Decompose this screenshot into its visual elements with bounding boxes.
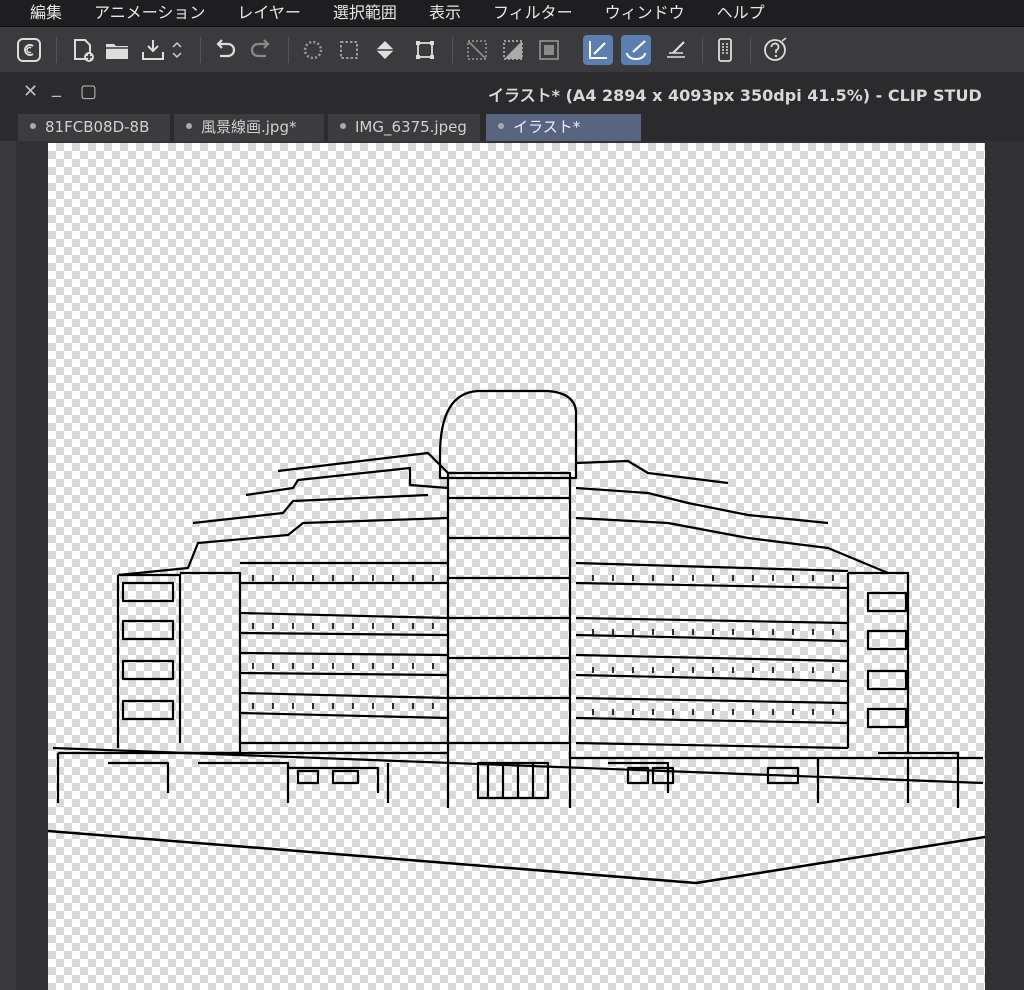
menu-bar: 編集 アニメーション レイヤー 選択範囲 表示 フィルター ウィンドウ ヘルプ <box>0 0 1024 26</box>
tab-label: IMG_6375.jpeg <box>355 118 467 136</box>
tab-label: 風景線画.jpg* <box>201 118 297 136</box>
tab-label: イラスト* <box>513 118 581 136</box>
invert-selection-icon[interactable] <box>534 35 564 65</box>
menu-selection[interactable]: 選択範囲 <box>317 0 413 26</box>
menu-animation[interactable]: アニメーション <box>78 0 221 26</box>
tab-dot-icon <box>30 122 36 129</box>
snap-ruler-icon[interactable] <box>583 35 613 65</box>
save-icon[interactable] <box>138 35 168 65</box>
tab-illust[interactable]: イラスト* <box>486 114 641 141</box>
tab-dot-icon <box>340 122 346 129</box>
redo-icon[interactable] <box>246 35 276 65</box>
fill-selection-icon[interactable] <box>498 35 528 65</box>
open-folder-icon[interactable] <box>102 35 132 65</box>
menu-filter[interactable]: フィルター <box>477 0 589 26</box>
tab-label: 81FCB08D-8B <box>45 118 150 136</box>
tab-dot-icon <box>186 122 192 129</box>
dropdown-icon[interactable] <box>170 35 184 65</box>
building-line-art <box>48 389 985 885</box>
fill-icon[interactable] <box>370 35 400 65</box>
new-canvas-icon[interactable] <box>68 35 98 65</box>
tab-fukei-senga[interactable]: 風景線画.jpg* <box>174 114 324 141</box>
maximize-window-button[interactable]: ▢ <box>80 82 97 102</box>
close-window-button[interactable]: ✕ <box>23 82 38 102</box>
menu-help[interactable]: ヘルプ <box>701 0 781 26</box>
clip-studio-icon[interactable] <box>14 35 44 65</box>
tab-81fcb08d[interactable]: 81FCB08D-8B <box>18 114 170 141</box>
minimize-window-button[interactable]: _ <box>52 78 61 98</box>
document-title-bar: ✕ _ ▢ イラスト* (A4 2894 x 4093px 350dpi 41.… <box>0 72 1024 112</box>
deselect-icon[interactable] <box>298 35 328 65</box>
command-bar <box>0 26 1024 74</box>
document-tab-bar: 81FCB08D-8B 風景線画.jpg* IMG_6375.jpeg イラスト… <box>0 112 1024 141</box>
help-icon[interactable] <box>760 35 790 65</box>
transform-icon[interactable] <box>410 35 440 65</box>
menu-view[interactable]: 表示 <box>413 0 477 26</box>
snap-special-ruler-icon[interactable] <box>621 35 651 65</box>
undo-icon[interactable] <box>210 35 240 65</box>
smartphone-icon[interactable] <box>710 35 740 65</box>
document-title: イラスト* (A4 2894 x 4093px 350dpi 41.5%) - … <box>488 86 982 105</box>
select-all-icon[interactable] <box>334 35 364 65</box>
snap-grid-icon[interactable] <box>661 35 691 65</box>
tab-img-6375[interactable]: IMG_6375.jpeg <box>328 114 480 141</box>
drawing-canvas[interactable] <box>48 143 985 990</box>
menu-edit[interactable]: 編集 <box>0 0 78 26</box>
tab-dot-icon <box>498 122 504 129</box>
clear-selection-icon[interactable] <box>462 35 492 65</box>
menu-window[interactable]: ウィンドウ <box>589 0 701 26</box>
left-panel-edge <box>0 141 16 990</box>
menu-layer[interactable]: レイヤー <box>221 0 317 26</box>
